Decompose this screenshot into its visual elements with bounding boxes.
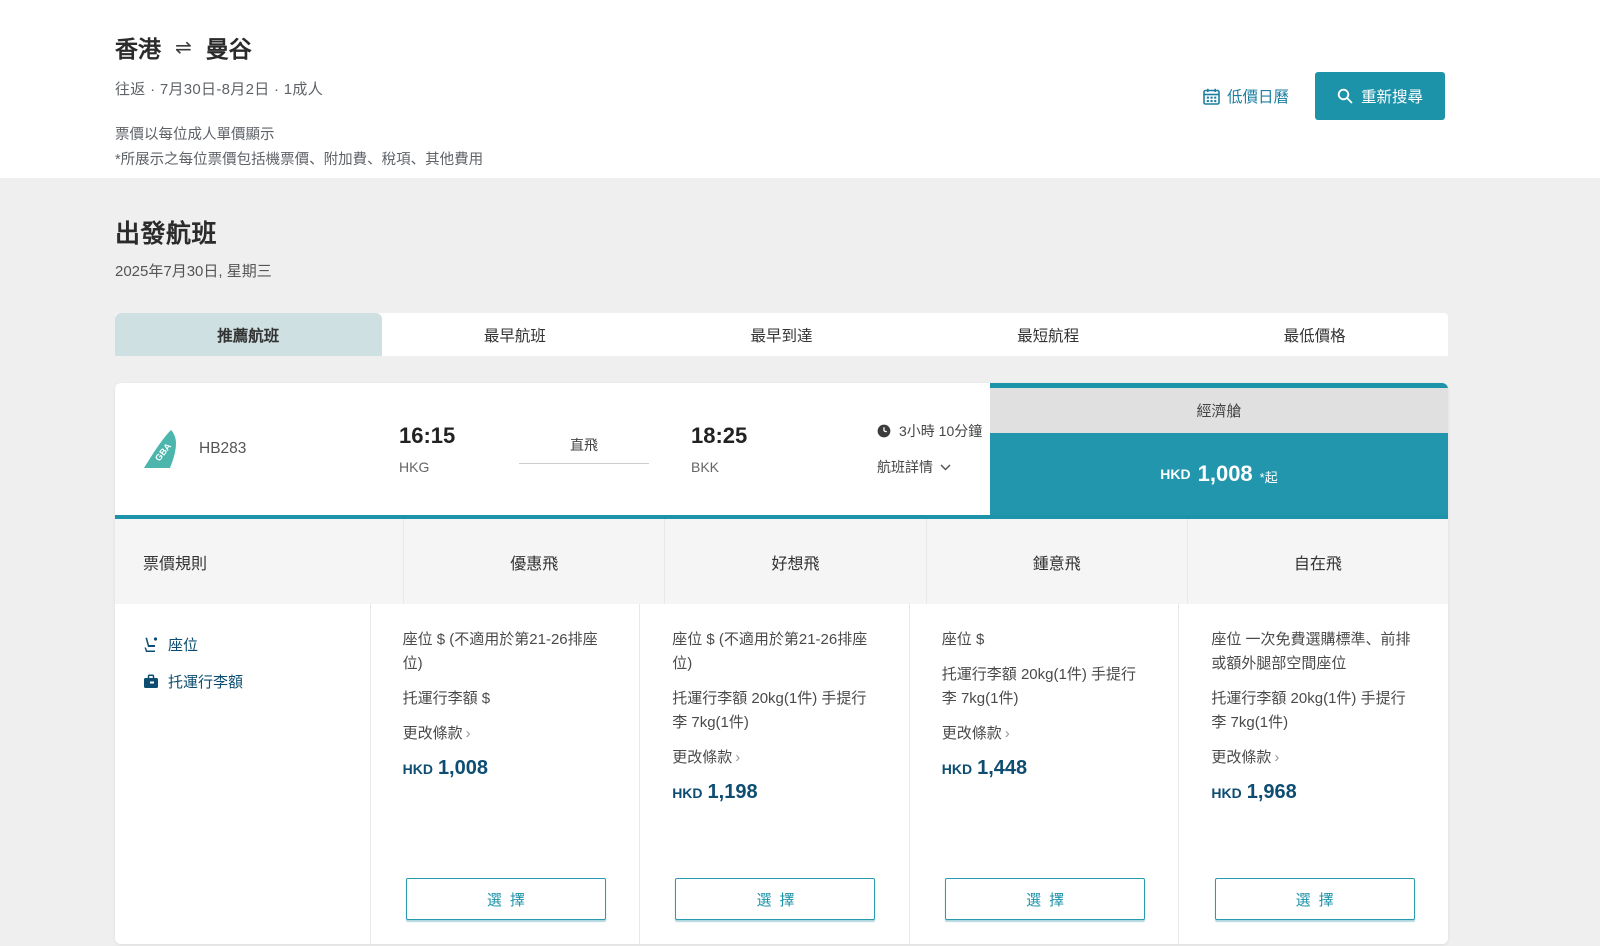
arrival-time: 18:25 xyxy=(691,423,811,449)
departure-time: 16:15 xyxy=(399,423,519,449)
tab-earliest-flights[interactable]: 最早航班 xyxy=(382,313,649,356)
search-again-button[interactable]: 重新搜尋 xyxy=(1315,72,1445,120)
fare-notes: 票價以每位成人單價顯示 *所展示之每位票價包括機票價、附加費、稅項、其他費用 xyxy=(115,123,1448,174)
baggage-info: 托運行李額 $ xyxy=(403,687,610,711)
nonstop-label: 直飛 xyxy=(519,435,649,463)
fare-column-0: 座位 $ (不適用於第21-26排座位) 托運行李額 $ 更改條款› HKD1,… xyxy=(371,604,641,944)
change-terms-link[interactable]: 更改條款› xyxy=(403,722,610,743)
search-summary-header: 香港 ⇌ 曼谷 往返 · 7月30日-8月2日 · 1成人 票價以每位成人單價顯… xyxy=(0,0,1600,178)
fare-column-2: 座位 $ 托運行李額 20kg(1件) 手提行李 7kg(1件) 更改條款› H… xyxy=(910,604,1180,944)
flight-duration: 3小時 10分鐘 xyxy=(899,421,982,441)
rule-seat-label: 座位 xyxy=(168,634,198,655)
low-fare-calendar-link[interactable]: 低價日曆 xyxy=(1203,85,1289,107)
fare-rules-header: 票價規則 xyxy=(115,519,404,604)
search-icon xyxy=(1337,88,1353,104)
tab-recommended-flights[interactable]: 推薦航班 xyxy=(115,313,382,356)
arrival-block: 18:25 BKK xyxy=(691,423,811,475)
route-title: 香港 ⇌ 曼谷 xyxy=(115,0,1448,64)
economy-price-button[interactable]: HKD 1,008 *起 xyxy=(990,433,1448,515)
flight-result-card: GBA HB283 16:15 HKG 直飛 18:25 BKK xyxy=(115,383,1448,944)
fare-note-line2: *所展示之每位票價包括機票價、附加費、稅項、其他費用 xyxy=(115,148,1448,173)
chevron-down-icon xyxy=(940,464,951,471)
chevron-right-icon: › xyxy=(466,725,471,742)
route-line xyxy=(519,463,649,464)
baggage-info: 托運行李額 20kg(1件) 手提行李 7kg(1件) xyxy=(942,663,1149,711)
flight-details-label: 航班詳情 xyxy=(877,457,933,477)
tab-shortest-duration[interactable]: 最短航程 xyxy=(915,313,1182,356)
fare-rules-column: 座位 托運行李額 xyxy=(115,604,371,944)
select-fare-button-2[interactable]: 選擇 xyxy=(945,878,1145,920)
low-fare-calendar-label: 低價日曆 xyxy=(1227,85,1289,107)
economy-cabin-block: 經濟艙 HKD 1,008 *起 xyxy=(990,383,1448,515)
select-fare-button-3[interactable]: 選擇 xyxy=(1215,878,1415,920)
flight-details-toggle[interactable]: 航班詳情 xyxy=(877,457,982,477)
change-terms-link[interactable]: 更改條款› xyxy=(942,722,1149,743)
cabin-class-header: 經濟艙 xyxy=(990,388,1448,433)
chevron-right-icon: › xyxy=(1274,749,1279,766)
fare-column-header-0: 優惠飛 xyxy=(404,519,665,604)
clock-icon xyxy=(877,424,891,438)
fare-price: HKD1,198 xyxy=(672,781,879,804)
tab-earliest-arrival[interactable]: 最早到達 xyxy=(648,313,915,356)
fare-column-header-3: 自在飛 xyxy=(1188,519,1448,604)
seat-info: 座位 $ (不適用於第21-26排座位) xyxy=(403,628,610,676)
departure-airport: HKG xyxy=(399,459,519,475)
rule-item-seat[interactable]: 座位 xyxy=(143,634,350,655)
cabin-price-suffix: *起 xyxy=(1260,467,1278,486)
seat-info: 座位 $ (不適用於第21-26排座位) xyxy=(672,628,879,676)
airline-block: GBA HB283 xyxy=(141,427,399,471)
cabin-price-currency: HKD xyxy=(1160,466,1190,482)
fare-price: HKD1,448 xyxy=(942,757,1149,780)
change-terms-link[interactable]: 更改條款› xyxy=(1211,746,1418,767)
rule-item-baggage[interactable]: 托運行李額 xyxy=(143,671,350,692)
flight-number: HB283 xyxy=(199,440,246,458)
fare-price: HKD1,968 xyxy=(1211,781,1418,804)
fare-note-line1: 票價以每位成人單價顯示 xyxy=(115,123,1448,148)
chevron-right-icon: › xyxy=(735,749,740,766)
airline-tail-logo: GBA xyxy=(141,427,187,471)
fare-column-header-1: 好想飛 xyxy=(665,519,926,604)
baggage-info: 托運行李額 20kg(1件) 手提行李 7kg(1件) xyxy=(1211,687,1418,735)
sort-tab-bar: 推薦航班 最早航班 最早到達 最短航程 最低價格 xyxy=(115,313,1448,356)
seat-info: 座位 一次免費選購標準、前排或額外腿部空間座位 xyxy=(1211,628,1418,676)
flight-meta-block: 3小時 10分鐘 航班詳情 xyxy=(877,421,982,477)
fare-column-1: 座位 $ (不適用於第21-26排座位) 托運行李額 20kg(1件) 手提行李… xyxy=(640,604,910,944)
fare-price: HKD1,008 xyxy=(403,757,610,780)
chevron-right-icon: › xyxy=(1005,725,1010,742)
fare-table-body: 座位 托運行李額 座位 $ (不適用於第21-26排座位) 托運行李額 $ xyxy=(115,604,1448,944)
baggage-info: 托運行李額 20kg(1件) 手提行李 7kg(1件) xyxy=(672,687,879,735)
fare-column-header-2: 鍾意飛 xyxy=(927,519,1188,604)
stops-block: 直飛 xyxy=(519,435,649,464)
departure-block: 16:15 HKG xyxy=(399,423,519,475)
origin-city: 香港 xyxy=(115,30,161,64)
fare-column-3: 座位 一次免費選購標準、前排或額外腿部空間座位 托運行李額 20kg(1件) 手… xyxy=(1179,604,1448,944)
search-again-label: 重新搜尋 xyxy=(1361,85,1423,107)
rule-baggage-label: 托運行李額 xyxy=(168,671,243,692)
fare-table-header: 票價規則 優惠飛 好想飛 鍾意飛 自在飛 xyxy=(115,519,1448,604)
calendar-icon xyxy=(1203,88,1220,105)
tab-lowest-price[interactable]: 最低價格 xyxy=(1181,313,1448,356)
arrival-airport: BKK xyxy=(691,459,811,475)
seat-icon xyxy=(143,636,159,653)
flight-info-row: GBA HB283 16:15 HKG 直飛 18:25 BKK xyxy=(115,383,1448,515)
section-title-departing-flight: 出發航班 xyxy=(115,214,1448,250)
destination-city: 曼谷 xyxy=(206,30,252,64)
select-fare-button-1[interactable]: 選擇 xyxy=(675,878,875,920)
select-fare-button-0[interactable]: 選擇 xyxy=(406,878,606,920)
baggage-icon xyxy=(143,674,159,689)
swap-route-icon: ⇌ xyxy=(175,35,192,60)
cabin-price-value: 1,008 xyxy=(1198,461,1253,487)
change-terms-link[interactable]: 更改條款› xyxy=(672,746,879,767)
seat-info: 座位 $ xyxy=(942,628,1149,652)
departure-date: 2025年7月30日, 星期三 xyxy=(115,260,1448,281)
